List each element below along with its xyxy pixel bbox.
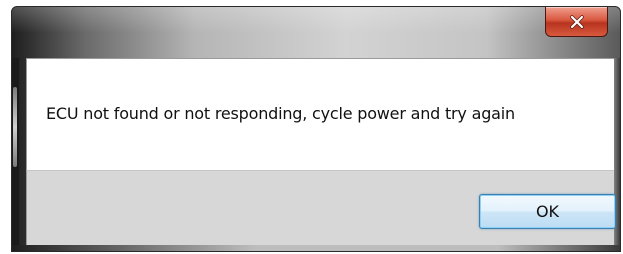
message-area: ECU not found or not responding, cycle p… bbox=[26, 58, 614, 170]
title-bar[interactable] bbox=[12, 7, 620, 58]
close-button[interactable] bbox=[545, 7, 608, 37]
close-icon bbox=[569, 14, 584, 29]
window-edge-highlight bbox=[13, 87, 17, 167]
window-bottom-edge bbox=[12, 245, 620, 251]
ok-button[interactable]: OK bbox=[479, 194, 616, 229]
error-dialog: ECU not found or not responding, cycle p… bbox=[11, 6, 621, 252]
button-bar: OK bbox=[26, 170, 616, 247]
dialog-message: ECU not found or not responding, cycle p… bbox=[46, 104, 515, 123]
